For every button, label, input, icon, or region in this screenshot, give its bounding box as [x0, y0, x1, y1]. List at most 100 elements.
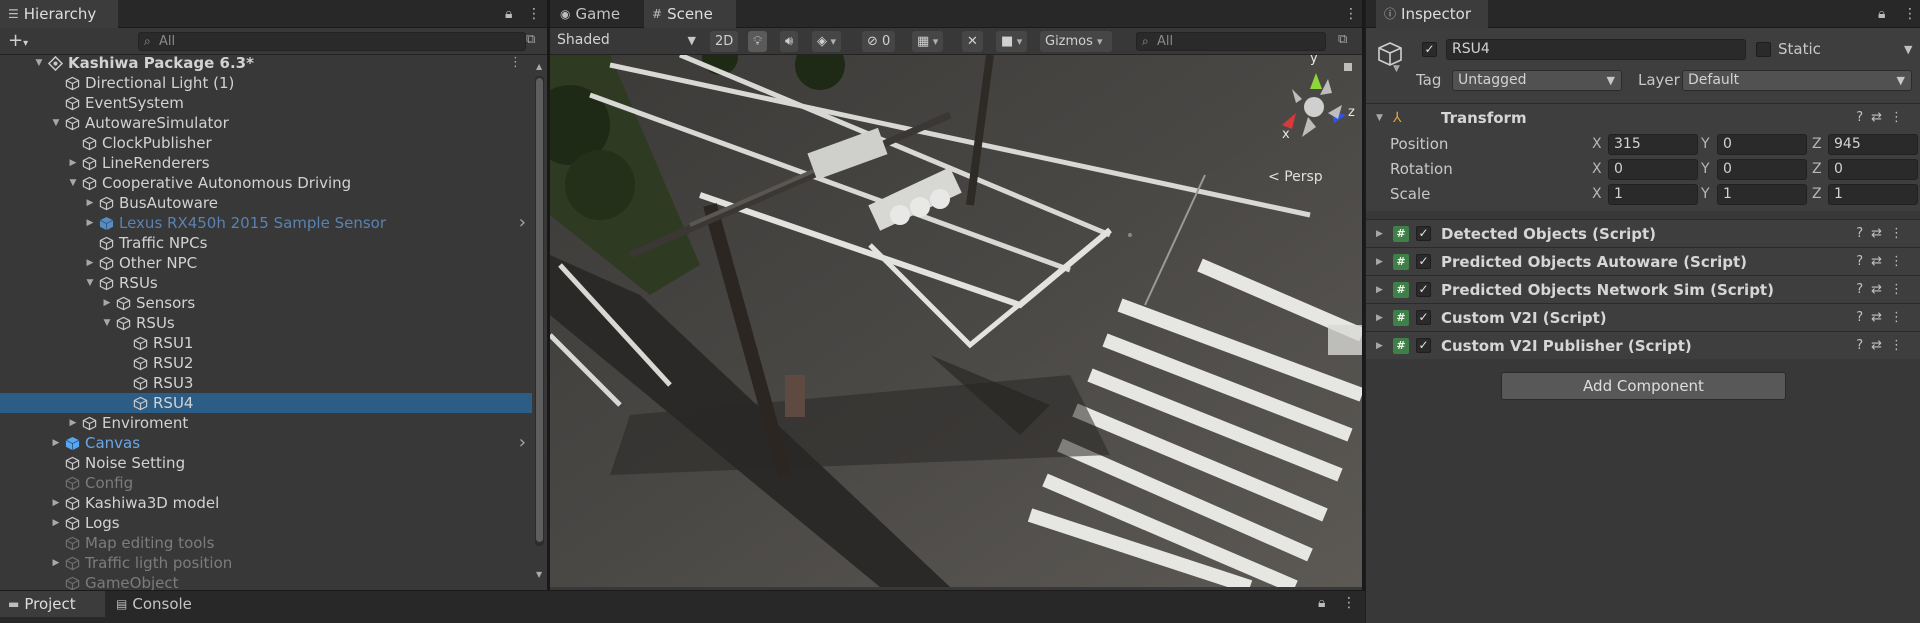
component-actions[interactable]: ?⇄⋮	[1856, 248, 1911, 276]
hierarchy-row[interactable]: ▶ Other NPC	[0, 253, 532, 273]
tools-crossed-icon[interactable]: ✕	[962, 31, 983, 52]
hierarchy-row[interactable]: RSU3	[0, 373, 532, 393]
add-component-button[interactable]: Add Component	[1501, 372, 1786, 400]
more-menu-icon[interactable]: ⋮	[1890, 310, 1911, 325]
preset-sliders-icon[interactable]: ⇄	[1871, 254, 1890, 269]
more-menu-icon[interactable]: ⋮	[1903, 0, 1917, 28]
component-enabled-checkbox[interactable]: ✓	[1416, 282, 1431, 297]
script-component-header[interactable]: ▶ # ✓ Predicted Objects Autoware (Script) ?⇄…	[1366, 247, 1920, 275]
hierarchy-row[interactable]: Directional Light (1)	[0, 73, 532, 93]
expand-arrow-right-icon[interactable]: ▶	[101, 293, 113, 313]
scene-search-input[interactable]: ⌕ All	[1136, 32, 1326, 51]
expand-arrow-down-icon[interactable]: ▼	[84, 273, 96, 293]
grid-snap-icon[interactable]: ▦	[912, 31, 944, 52]
orientation-gizmo[interactable]: y z x	[1250, 55, 1362, 155]
fold-arrow-icon[interactable]: ▶	[1376, 276, 1383, 304]
component-actions[interactable]: ?⇄⋮	[1856, 276, 1911, 304]
rotation-x-field[interactable]: 0	[1608, 159, 1698, 180]
more-menu-icon[interactable]: ⋮	[1344, 0, 1358, 28]
component-enabled-checkbox[interactable]: ✓	[1416, 254, 1431, 269]
expand-arrow-down-icon[interactable]: ▼	[50, 113, 62, 133]
hierarchy-row[interactable]: ▶ LineRenderers	[0, 153, 532, 173]
lock-icon[interactable]: 🔒︎	[1318, 589, 1325, 617]
expand-arrow-right-icon[interactable]: ▶	[84, 213, 96, 233]
layer-dropdown[interactable]: Default ▼	[1682, 70, 1912, 91]
static-dropdown-chevron-icon[interactable]: ▼	[1904, 39, 1912, 60]
hierarchy-row[interactable]: Config	[0, 473, 532, 493]
scroll-up-arrow-icon[interactable]: ▲	[536, 62, 542, 71]
position-x-field[interactable]: 315	[1608, 134, 1698, 155]
effects-layers-icon[interactable]: ◈	[812, 31, 842, 52]
component-actions[interactable]: ?⇄⋮	[1856, 304, 1911, 332]
scale-z-field[interactable]: 1	[1828, 184, 1918, 205]
script-component-header[interactable]: ▶ # ✓ Predicted Objects Network Sim (Script…	[1366, 275, 1920, 303]
rotation-z-field[interactable]: 0	[1828, 159, 1918, 180]
hierarchy-row[interactable]: GameObject	[0, 573, 532, 590]
preset-sliders-icon[interactable]: ⇄	[1871, 310, 1890, 325]
expand-arrow-down-icon[interactable]: ▼	[101, 313, 113, 333]
open-prefab-chevron-icon[interactable]: ›	[519, 213, 526, 233]
scale-y-field[interactable]: 1	[1717, 184, 1807, 205]
scene-menu-icon[interactable]: ⋮	[509, 54, 522, 73]
hierarchy-row[interactable]: ▼ RSUs	[0, 313, 532, 333]
hierarchy-row[interactable]: ▼ AutowareSimulator	[0, 113, 532, 133]
hierarchy-row[interactable]: ▼ Cooperative Autonomous Driving	[0, 173, 532, 193]
active-checkbox[interactable]: ✓	[1422, 42, 1437, 57]
toggle-2d-button[interactable]: 2D	[710, 31, 739, 52]
expand-arrow-down-icon[interactable]: ▼	[67, 173, 79, 193]
position-y-field[interactable]: 0	[1717, 134, 1807, 155]
static-checkbox[interactable]	[1756, 42, 1771, 57]
more-menu-icon[interactable]: ⋮	[1890, 338, 1911, 353]
fold-arrow-icon[interactable]: ▶	[1376, 332, 1383, 360]
hierarchy-row[interactable]: ▶ Lexus RX450h 2015 Sample Sensor ›	[0, 213, 532, 233]
preset-sliders-icon[interactable]: ⇄	[1871, 282, 1890, 297]
expand-arrow-right-icon[interactable]: ▶	[50, 513, 62, 533]
hierarchy-row[interactable]: RSU1	[0, 333, 532, 353]
tag-dropdown[interactable]: Untagged ▼	[1452, 70, 1622, 91]
expand-arrow-right-icon[interactable]: ▶	[50, 493, 62, 513]
help-icon[interactable]: ?	[1856, 254, 1871, 269]
expand-arrow-right-icon[interactable]: ▶	[84, 193, 96, 213]
more-menu-icon[interactable]: ⋮	[527, 0, 541, 28]
component-actions[interactable]: ?⇄⋮	[1856, 104, 1911, 132]
component-enabled-checkbox[interactable]: ✓	[1416, 338, 1431, 353]
component-enabled-checkbox[interactable]: ✓	[1416, 226, 1431, 241]
scale-x-field[interactable]: 1	[1608, 184, 1698, 205]
tab-project[interactable]: ▬ Project	[0, 591, 105, 617]
more-menu-icon[interactable]: ⋮	[1890, 226, 1911, 241]
hierarchy-row[interactable]: RSU4	[0, 393, 532, 413]
open-prefab-chevron-icon[interactable]: ›	[519, 433, 526, 453]
help-icon[interactable]: ?	[1856, 226, 1871, 241]
tab-game[interactable]: ◉ Game	[552, 0, 640, 28]
gizmos-dropdown[interactable]: Gizmos	[1040, 31, 1112, 52]
expand-arrow-right-icon[interactable]: ▶	[84, 253, 96, 273]
hierarchy-row[interactable]: RSU2	[0, 353, 532, 373]
lock-icon[interactable]: 🔒︎	[1878, 0, 1885, 28]
more-menu-icon[interactable]: ⋮	[1890, 254, 1911, 269]
rotation-y-field[interactable]: 0	[1717, 159, 1807, 180]
hierarchy-row[interactable]: Map editing tools	[0, 533, 532, 553]
icon-picker-chevron-icon[interactable]: ▼	[1393, 64, 1400, 74]
hierarchy-row[interactable]: ClockPublisher	[0, 133, 532, 153]
hidden-objects-toggle[interactable]: ⊘ 0	[862, 31, 896, 52]
fold-arrow-icon[interactable]: ▶	[1376, 304, 1383, 332]
scene-viewport[interactable]: y z x < Persp	[550, 55, 1362, 587]
transform-component-header[interactable]: ▼ ⅄ Transform ?⇄⋮	[1366, 103, 1920, 131]
hierarchy-row[interactable]: EventSystem	[0, 93, 532, 113]
component-actions[interactable]: ?⇄⋮	[1856, 220, 1911, 248]
help-icon[interactable]: ?	[1856, 282, 1871, 297]
camera-icon[interactable]: ■	[996, 31, 1028, 52]
hierarchy-row[interactable]: ▶ Canvas ›	[0, 433, 532, 453]
hierarchy-row[interactable]: ▶ Enviroment	[0, 413, 532, 433]
hierarchy-row[interactable]: ▶ Traffic ligth position	[0, 553, 532, 573]
position-z-field[interactable]: 945	[1828, 134, 1918, 155]
more-menu-icon[interactable]: ⋮	[1890, 110, 1911, 125]
search-filter-icon[interactable]: ⧉	[526, 32, 535, 47]
hierarchy-row[interactable]: ▶ Logs	[0, 513, 532, 533]
fold-arrow-icon[interactable]: ▶	[1376, 220, 1383, 248]
expand-arrow-right-icon[interactable]: ▶	[50, 433, 62, 453]
tab-scene[interactable]: # Scene	[644, 0, 736, 28]
projection-toggle[interactable]: < Persp	[1268, 169, 1323, 185]
hierarchy-row[interactable]: ▶ Sensors	[0, 293, 532, 313]
hierarchy-row[interactable]: ▶ Kashiwa3D model	[0, 493, 532, 513]
